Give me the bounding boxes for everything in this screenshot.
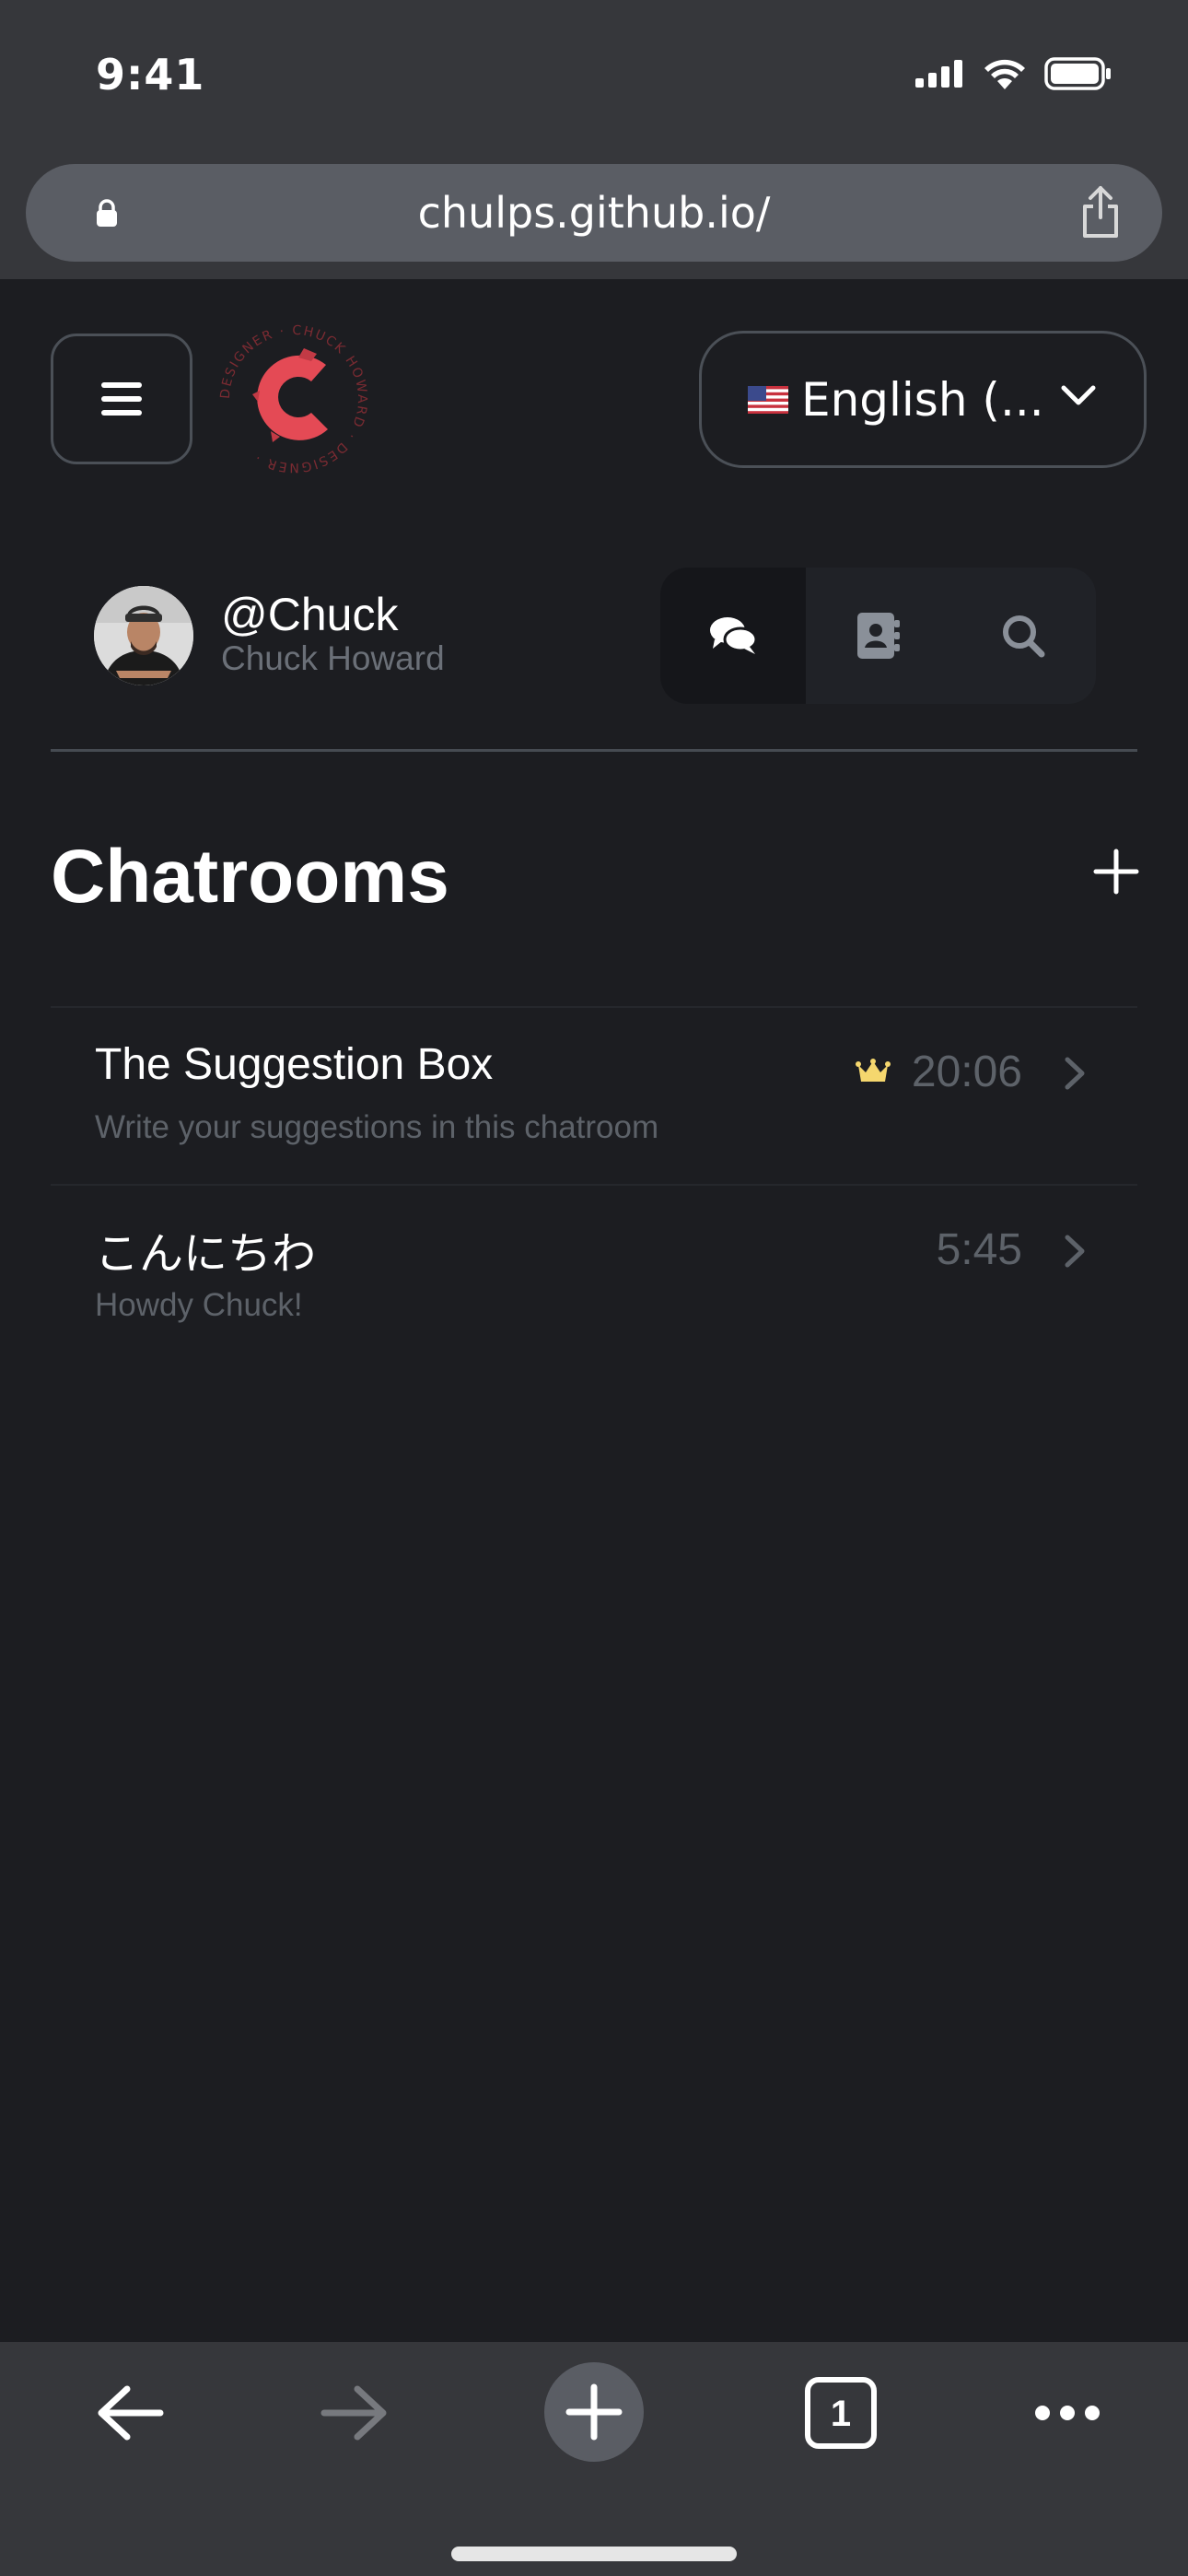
user-photo bbox=[94, 586, 193, 685]
more-button[interactable] bbox=[1017, 2362, 1118, 2464]
avatar[interactable] bbox=[94, 586, 193, 685]
tabs-icon: 1 bbox=[805, 2377, 877, 2449]
chat-bubbles-icon bbox=[709, 617, 757, 654]
site-logo[interactable]: DESIGNER · CHUCK HOWARD · DESIGNER · bbox=[215, 321, 372, 477]
browser-toolbar: 1 bbox=[0, 2342, 1188, 2576]
signal-icon bbox=[915, 60, 962, 88]
chatroom-name: The Suggestion Box bbox=[95, 1040, 494, 1089]
chatroom-list: The Suggestion Box Write your suggestion… bbox=[51, 1006, 1137, 1362]
new-tab-button[interactable] bbox=[544, 2362, 644, 2462]
menu-button[interactable] bbox=[51, 334, 192, 464]
tab-search[interactable] bbox=[950, 568, 1096, 704]
chatroom-time: 5:45 bbox=[936, 1225, 1022, 1274]
chevron-right-icon bbox=[1065, 1235, 1085, 1268]
battery-icon bbox=[1044, 57, 1111, 90]
url-text: chulps.github.io/ bbox=[417, 188, 771, 238]
plus-icon bbox=[565, 2383, 623, 2441]
chevron-down-icon bbox=[1061, 385, 1096, 405]
back-button[interactable] bbox=[79, 2362, 181, 2464]
language-select[interactable]: English (... bbox=[699, 331, 1147, 468]
search-icon bbox=[1003, 615, 1045, 658]
hamburger-icon bbox=[101, 382, 142, 416]
user-full-name: Chuck Howard bbox=[221, 639, 445, 677]
chuck-logo-icon: DESIGNER · CHUCK HOWARD · DESIGNER · bbox=[218, 323, 369, 474]
forward-button[interactable] bbox=[304, 2362, 405, 2464]
user-handle: @Chuck bbox=[221, 589, 399, 640]
arrow-left-icon bbox=[98, 2385, 164, 2441]
language-label: English (... bbox=[801, 372, 1044, 427]
browser-top-bar: 9:41 chulps.github.io/ bbox=[0, 0, 1188, 279]
page-title: Chatrooms bbox=[51, 835, 449, 919]
arrow-right-icon bbox=[320, 2385, 387, 2441]
tabs-button[interactable]: 1 bbox=[790, 2362, 891, 2464]
contacts-book-icon bbox=[856, 613, 900, 659]
share-icon[interactable] bbox=[1079, 184, 1122, 240]
chatroom-item[interactable]: こんにちわ Howdy Chuck! 5:45 bbox=[51, 1184, 1137, 1362]
tab-contacts[interactable] bbox=[806, 568, 951, 704]
profile-divider bbox=[51, 749, 1137, 752]
view-tabs bbox=[660, 568, 1096, 704]
crown-icon bbox=[856, 1059, 891, 1082]
chevron-right-icon bbox=[1065, 1057, 1085, 1090]
chatroom-preview: Howdy Chuck! bbox=[95, 1287, 303, 1323]
chatroom-time: 20:06 bbox=[911, 1048, 1022, 1096]
more-dots-icon bbox=[1035, 2406, 1100, 2420]
tab-chatrooms[interactable] bbox=[660, 568, 806, 704]
chatroom-name: こんにちわ bbox=[95, 1230, 317, 1279]
status-icons bbox=[915, 57, 1112, 90]
chatroom-item[interactable]: The Suggestion Box Write your suggestion… bbox=[51, 1006, 1137, 1184]
chatroom-preview: Write your suggestions in this chatroom bbox=[95, 1109, 659, 1145]
tab-count: 1 bbox=[831, 2394, 851, 2434]
wifi-icon bbox=[984, 59, 1025, 89]
us-flag-icon bbox=[748, 385, 788, 414]
logo-ring-text: DESIGNER · CHUCK HOWARD · DESIGNER · bbox=[218, 323, 367, 474]
svg-text:DESIGNER · CHUCK HOWARD · DESI: DESIGNER · CHUCK HOWARD · DESIGNER · bbox=[218, 323, 369, 474]
status-time: 9:41 bbox=[96, 50, 205, 100]
address-bar[interactable]: chulps.github.io/ bbox=[26, 164, 1162, 262]
home-indicator[interactable] bbox=[451, 2547, 737, 2561]
add-chatroom-icon[interactable] bbox=[1092, 848, 1140, 896]
